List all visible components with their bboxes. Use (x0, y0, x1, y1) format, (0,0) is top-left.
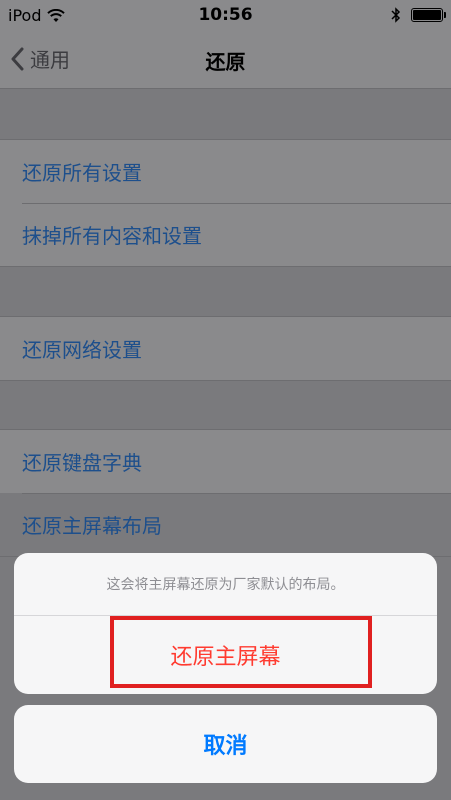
action-sheet-message: 这会将主屏幕还原为厂家默认的布局。 (14, 553, 437, 616)
list-item-label: 还原网络设置 (22, 338, 142, 362)
list-item-reset-all-settings[interactable]: 还原所有设置 (0, 140, 451, 203)
highlight-outline (110, 616, 372, 688)
list-item-reset-network-settings[interactable]: 还原网络设置 (0, 317, 451, 380)
status-right (391, 7, 446, 23)
status-time: 10:56 (198, 5, 253, 25)
battery-icon (411, 8, 446, 22)
page-title: 还原 (205, 50, 246, 74)
list-item-erase-all-content[interactable]: 抹掉所有内容和设置 (0, 203, 451, 266)
settings-group-1: 还原所有设置 抹掉所有内容和设置 (0, 139, 451, 267)
cancel-button[interactable]: 取消 (14, 705, 437, 783)
action-sheet: 这会将主屏幕还原为厂家默认的布局。 还原主屏幕 (14, 553, 437, 694)
list-item-label: 抹掉所有内容和设置 (22, 224, 202, 248)
settings-group-2: 还原网络设置 (0, 316, 451, 381)
status-bar: iPod 10:56 (0, 0, 451, 32)
list-item-reset-keyboard-dictionary[interactable]: 还原键盘字典 (0, 430, 451, 493)
reset-home-screen-button[interactable]: 还原主屏幕 (14, 616, 437, 694)
cancel-label: 取消 (203, 734, 248, 759)
bluetooth-icon (391, 7, 401, 23)
list-item-label: 还原所有设置 (22, 161, 142, 185)
settings-group-3: 还原键盘字典 还原主屏幕布局 (0, 429, 451, 557)
navigation-bar: 通用 还原 (0, 32, 451, 89)
list-item-label: 还原键盘字典 (22, 451, 142, 475)
list-item-reset-home-screen-layout[interactable]: 还原主屏幕布局 (0, 493, 451, 556)
list-item-label: 还原主屏幕布局 (22, 514, 162, 538)
